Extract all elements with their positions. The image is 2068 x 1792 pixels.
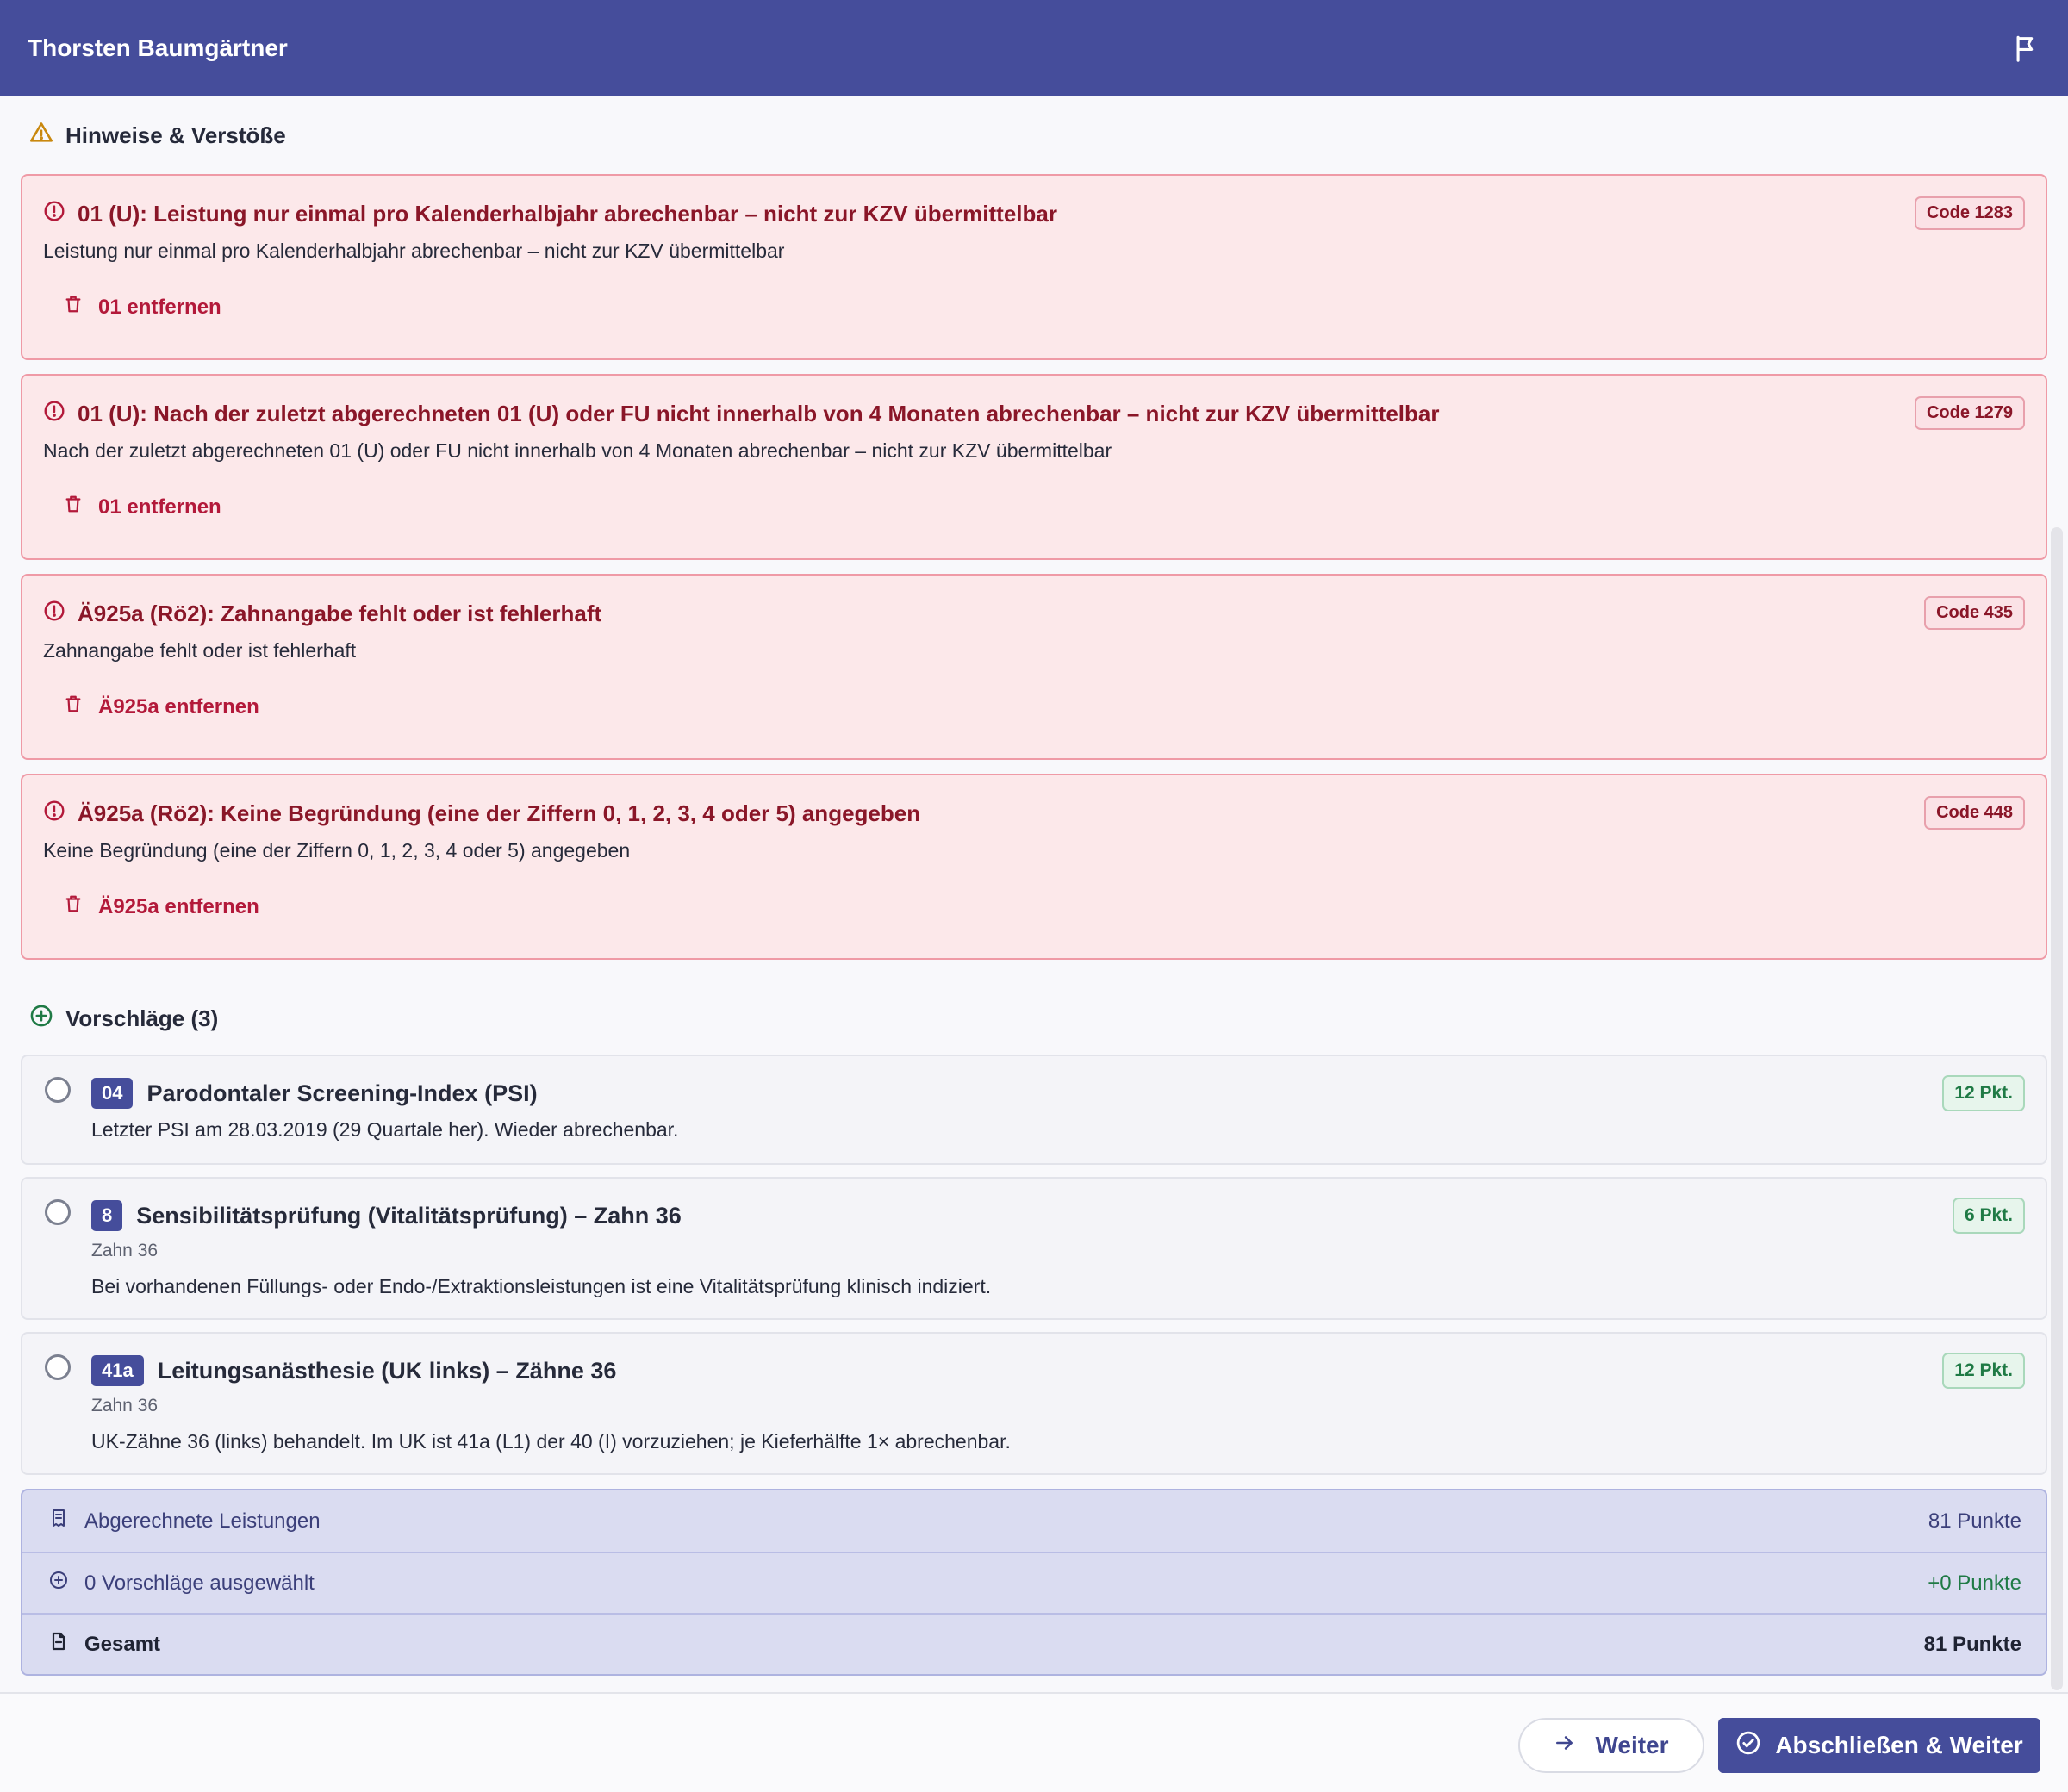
service-number-badge: 41a: [91, 1355, 144, 1386]
check-circle-icon: [1735, 1730, 1761, 1762]
finish-button[interactable]: Abschließen & Weiter: [1718, 1718, 2040, 1773]
suggestion-radio[interactable]: [45, 1199, 71, 1225]
remove-button[interactable]: Ä925a entfernen: [43, 691, 268, 723]
alert-circle-icon: [43, 200, 65, 228]
suggestion-radio[interactable]: [45, 1354, 71, 1380]
next-button[interactable]: Weiter: [1518, 1718, 1704, 1773]
suggestion-title-text: Sensibilitätsprüfung (Vitalitätsprüfung)…: [136, 1202, 682, 1229]
alert-circle-icon: [43, 600, 65, 628]
suggestion-title-text: Parodontaler Screening-Index (PSI): [146, 1080, 538, 1106]
trash-icon: [64, 694, 83, 719]
summary-total-label: Gesamt: [84, 1632, 161, 1656]
remove-button[interactable]: 01 entfernen: [43, 291, 230, 323]
code-badge: Code 448: [1924, 796, 2025, 830]
suggestion-list: 04 Parodontaler Screening-Index (PSI) Letz…: [21, 1055, 2047, 1475]
issue-description: Zahnangabe fehlt oder ist fehlerhaft: [43, 639, 357, 662]
plus-circle-icon: [29, 1004, 53, 1034]
next-button-label: Weiter: [1595, 1732, 1669, 1758]
trash-icon: [64, 894, 83, 919]
suggestion-description: Letzter PSI am 28.03.2019 (29 Quartale h…: [91, 1118, 679, 1141]
issue-list: 01 (U): Leistung nur einmal pro Kalender…: [21, 174, 2047, 960]
issue-description: Keine Begründung (eine der Ziffern 0, 1,…: [43, 839, 631, 862]
remove-button-label: Ä925a entfernen: [98, 694, 259, 719]
suggestions-heading: Vorschläge (3): [21, 974, 2047, 1055]
issue-title-text: 01 (U): Nach der zuletzt abgerechneten 0…: [78, 400, 1440, 426]
remove-button[interactable]: Ä925a entfernen: [43, 891, 268, 923]
code-badge: Code 1283: [1914, 196, 2025, 230]
service-number-badge: 8: [91, 1200, 123, 1231]
summary-total-value: 81 Punkte: [1923, 1632, 2021, 1656]
issue-title: Ä925a (Rö2): Keine Begründung (eine der …: [43, 798, 2025, 829]
issue-title: Ä925a (Rö2): Zahnangabe fehlt oder ist f…: [43, 598, 2025, 629]
suggestion-title: 04 Parodontaler Screening-Index (PSI): [91, 1075, 2025, 1111]
trash-icon: [64, 295, 83, 320]
flag-icon[interactable]: [2006, 28, 2047, 69]
issue-description: Nach der zuletzt abgerechneten 01 (U) od…: [43, 439, 1112, 462]
suggestion-card: 04 Parodontaler Screening-Index (PSI) Letz…: [21, 1055, 2047, 1165]
summary-billed-value: 81 Punkte: [1928, 1509, 2021, 1533]
document-icon: [48, 1631, 69, 1658]
patient-name: Thorsten Baumgärtner: [28, 34, 288, 61]
suggestion-subtitle: Zahn 36: [91, 1396, 159, 1416]
suggestion-description: UK-Zähne 36 (links) behandelt. Im UK ist…: [91, 1430, 1011, 1453]
points-summary: Abgerechnete Leistungen 81 Punkte 0 Vors…: [21, 1489, 2047, 1676]
suggestion-card: 41a Leitungsanästhesie (UK links) – Zähne…: [21, 1332, 2047, 1475]
suggestion-radio[interactable]: [45, 1077, 71, 1103]
issue-card: 01 (U): Nach der zuletzt abgerechneten 0…: [21, 374, 2047, 560]
issue-title-text: 01 (U): Leistung nur einmal pro Kalender…: [78, 200, 1057, 227]
issue-title-text: Ä925a (Rö2): Zahnangabe fehlt oder ist f…: [78, 600, 602, 626]
summary-row-total: Gesamt 81 Punkte: [22, 1613, 2046, 1674]
suggestion-description: Bei vorhandenen Füllungs- oder Endo-/Ext…: [91, 1275, 992, 1297]
remove-button[interactable]: 01 entfernen: [43, 491, 230, 523]
scrollbar[interactable]: [2051, 527, 2063, 1690]
points-badge: 12 Pkt.: [1942, 1075, 2025, 1111]
finish-button-label: Abschließen & Weiter: [1775, 1732, 2023, 1758]
points-badge: 12 Pkt.: [1942, 1353, 2025, 1389]
summary-selected-value: +0 Punkte: [1928, 1571, 2021, 1595]
remove-button-label: 01 entfernen: [98, 495, 221, 519]
suggestion-subtitle: Zahn 36: [91, 1241, 159, 1260]
issues-heading-label: Hinweise & Verstöße: [65, 121, 286, 148]
summary-row-selected: 0 Vorschläge ausgewählt +0 Punkte: [22, 1552, 2046, 1613]
service-number-badge: 04: [91, 1078, 134, 1109]
issue-title-text: Ä925a (Rö2): Keine Begründung (eine der …: [78, 800, 921, 826]
summary-selected-label: 0 Vorschläge ausgewählt: [84, 1571, 315, 1595]
receipt-icon: [48, 1508, 69, 1534]
suggestion-title-text: Leitungsanästhesie (UK links) – Zähne 36: [157, 1357, 617, 1384]
remove-button-label: Ä925a entfernen: [98, 894, 259, 918]
issue-card: Ä925a (Rö2): Keine Begründung (eine der …: [21, 774, 2047, 960]
issue-title: 01 (U): Nach der zuletzt abgerechneten 0…: [43, 398, 2025, 429]
suggestions-heading-label: Vorschläge (3): [65, 1005, 219, 1031]
summary-billed-label: Abgerechnete Leistungen: [84, 1509, 321, 1533]
arrow-right-icon: [1554, 1732, 1576, 1760]
warning-icon: [29, 121, 53, 151]
points-badge: 6 Pkt.: [1952, 1198, 2025, 1234]
code-badge: Code 435: [1924, 596, 2025, 630]
alert-circle-icon: [43, 800, 65, 828]
footer-bar: Weiter Abschließen & Weiter: [0, 1692, 2068, 1792]
app-header: Thorsten Baumgärtner: [0, 0, 2068, 96]
issue-card: Ä925a (Rö2): Zahnangabe fehlt oder ist f…: [21, 574, 2047, 760]
suggestion-title: 41a Leitungsanästhesie (UK links) – Zähne…: [91, 1353, 2025, 1389]
alert-circle-icon: [43, 400, 65, 428]
trash-icon: [64, 495, 83, 520]
code-badge: Code 1279: [1914, 396, 2025, 430]
remove-button-label: 01 entfernen: [98, 295, 221, 319]
issue-description: Leistung nur einmal pro Kalenderhalbjahr…: [43, 240, 785, 262]
issue-card: 01 (U): Leistung nur einmal pro Kalender…: [21, 174, 2047, 360]
plus-circle-icon: [48, 1570, 69, 1596]
suggestion-card: 8 Sensibilitätsprüfung (Vitalitätsprüfung…: [21, 1177, 2047, 1320]
main-content: Hinweise & Verstöße 01 (U): Leistung nur…: [21, 96, 2047, 1692]
issues-heading: Hinweise & Verstöße: [21, 96, 2047, 174]
summary-row-billed: Abgerechnete Leistungen 81 Punkte: [22, 1490, 2046, 1552]
issue-title: 01 (U): Leistung nur einmal pro Kalender…: [43, 198, 2025, 229]
suggestion-title: 8 Sensibilitätsprüfung (Vitalitätsprüfung…: [91, 1198, 2025, 1234]
